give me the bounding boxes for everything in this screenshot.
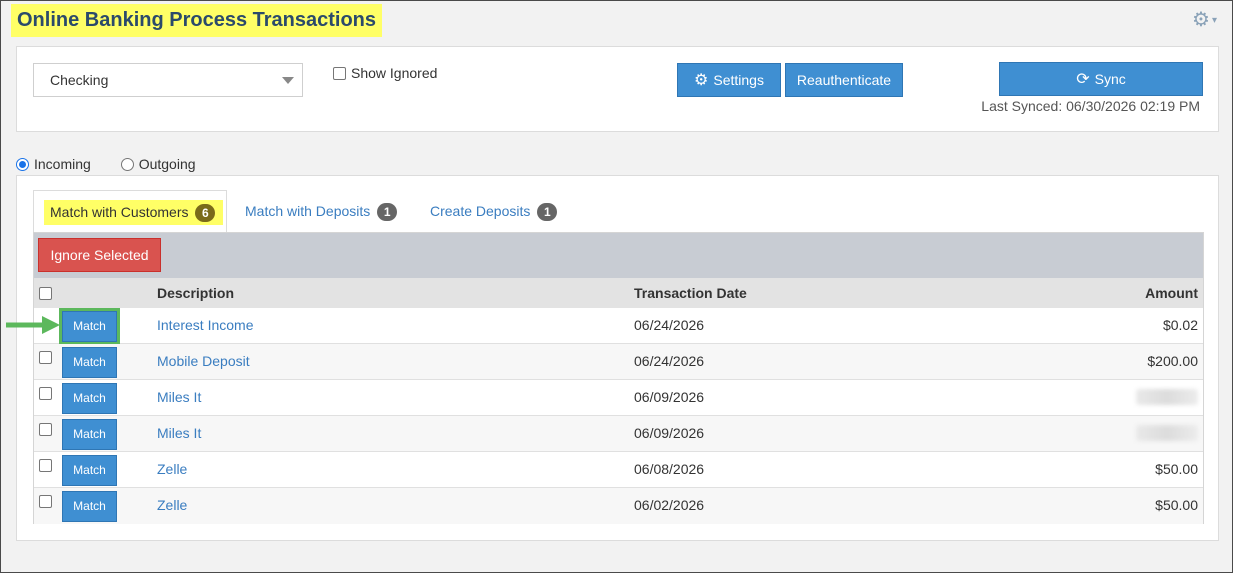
transaction-amount-redacted (1136, 389, 1198, 408)
tab-count-badge: 1 (537, 203, 558, 221)
match-button[interactable]: Match (62, 347, 117, 378)
show-ignored-checkbox[interactable]: Show Ignored (333, 65, 437, 81)
incoming-label: Incoming (34, 156, 91, 172)
redacted-value (1136, 425, 1198, 441)
checkbox-icon (39, 351, 52, 364)
reauthenticate-button[interactable]: Reauthenticate (785, 63, 903, 97)
match-button[interactable]: Match (62, 419, 117, 450)
tab-label: Match with Customers (50, 204, 189, 220)
grid-toolbar: Ignore Selected (34, 233, 1203, 278)
grid-header: Description Transaction Date Amount (34, 278, 1203, 308)
account-select-value: Checking (50, 72, 109, 88)
table-row: Match Interest Income 06/24/2026 $0.02 (34, 308, 1203, 345)
transaction-amount-redacted (1136, 425, 1198, 444)
transaction-date: 06/08/2026 (634, 461, 705, 477)
row-checkbox[interactable] (39, 349, 57, 365)
match-button[interactable]: Match (62, 383, 117, 414)
last-synced-text: Last Synced: 06/30/2026 02:19 PM (981, 98, 1200, 114)
transaction-description-link[interactable]: Zelle (157, 461, 187, 477)
incoming-radio[interactable]: Incoming (16, 156, 91, 172)
transaction-amount: $50.00 (1155, 461, 1198, 477)
tab-label: Match with Deposits (245, 203, 371, 219)
transactions-panel: Match with Customers 6 Match with Deposi… (16, 175, 1219, 541)
checkbox-icon (39, 287, 52, 300)
transaction-date: 06/09/2026 (634, 389, 705, 405)
transaction-date: 06/09/2026 (634, 425, 705, 441)
ignore-selected-button[interactable]: Ignore Selected (38, 238, 161, 272)
tab-count-badge: 1 (377, 203, 398, 221)
tab-match-with-deposits[interactable]: Match with Deposits 1 (245, 190, 398, 232)
checkbox-icon (333, 67, 346, 80)
row-checkbox[interactable] (39, 493, 57, 509)
tab-match-with-customers[interactable]: Match with Customers 6 (33, 190, 227, 232)
tab-create-deposits[interactable]: Create Deposits 1 (430, 190, 558, 232)
page-title: Online Banking Process Transactions (11, 4, 383, 37)
sync-button[interactable]: ⟳ Sync (999, 62, 1203, 96)
match-button[interactable]: Match (62, 455, 117, 486)
settings-button[interactable]: ⚙ Settings (677, 63, 781, 97)
radio-selected-icon (16, 158, 29, 171)
transaction-description-link[interactable]: Interest Income (157, 317, 254, 333)
settings-label: Settings (713, 72, 764, 88)
show-ignored-label: Show Ignored (351, 65, 438, 81)
gear-icon: ⚙ (1192, 9, 1210, 31)
checkbox-icon (39, 459, 52, 472)
transaction-description-link[interactable]: Miles It (157, 425, 201, 441)
refresh-icon: ⟳ (1076, 71, 1090, 88)
column-header-amount[interactable]: Amount (1145, 285, 1198, 301)
checkbox-icon (39, 387, 52, 400)
redacted-value (1136, 389, 1198, 405)
chevron-down-icon: ▾ (1211, 14, 1217, 26)
transaction-date: 06/24/2026 (634, 353, 705, 369)
select-all-checkbox[interactable] (39, 285, 57, 301)
tab-count-badge: 6 (195, 204, 216, 222)
outgoing-radio[interactable]: Outgoing (120, 156, 196, 172)
row-checkbox[interactable] (39, 385, 57, 401)
row-checkbox[interactable] (39, 421, 57, 437)
gear-icon: ⚙ (694, 72, 709, 89)
column-header-description[interactable]: Description (157, 285, 234, 301)
table-row: Match Zelle 06/02/2026 $50.00 (34, 488, 1203, 524)
transaction-description-link[interactable]: Zelle (157, 497, 187, 513)
transaction-date: 06/24/2026 (634, 317, 705, 333)
transaction-description-link[interactable]: Mobile Deposit (157, 353, 250, 369)
checkbox-icon (39, 423, 52, 436)
page-settings-menu[interactable]: ⚙ ▾ (1192, 10, 1217, 31)
column-header-transaction-date[interactable]: Transaction Date (634, 285, 747, 301)
pointer-arrow-icon (6, 316, 60, 334)
account-select[interactable]: Checking (33, 63, 303, 97)
transaction-amount: $0.02 (1162, 317, 1198, 333)
transaction-amount: $200.00 (1147, 353, 1198, 369)
match-button[interactable]: Match (59, 308, 120, 345)
match-button[interactable]: Match (62, 491, 117, 522)
direction-radio-group: Incoming Outgoing (16, 156, 222, 172)
table-row: Match Miles It 06/09/2026 (34, 380, 1203, 416)
top-panel: Checking Show Ignored ⚙ Settings Reauthen… (16, 46, 1219, 132)
tab-label: Create Deposits (430, 203, 531, 219)
table-row: Match Miles It 06/09/2026 (34, 416, 1203, 452)
row-checkbox[interactable] (39, 457, 57, 473)
table-row: Match Mobile Deposit 06/24/2026 $200.00 (34, 344, 1203, 380)
radio-unselected-icon (120, 158, 134, 171)
transaction-date: 06/02/2026 (634, 497, 705, 513)
outgoing-label: Outgoing (138, 156, 196, 172)
transactions-grid: Ignore Selected Description Transaction … (33, 232, 1204, 524)
checkbox-icon (39, 495, 52, 508)
sync-label: Sync (1094, 71, 1126, 87)
transaction-description-link[interactable]: Miles It (157, 389, 201, 405)
dropdown-arrow-icon (282, 77, 294, 84)
transaction-amount: $50.00 (1155, 497, 1198, 513)
table-row: Match Zelle 06/08/2026 $50.00 (34, 452, 1203, 488)
tab-highlight: Match with Customers 6 (44, 200, 224, 225)
